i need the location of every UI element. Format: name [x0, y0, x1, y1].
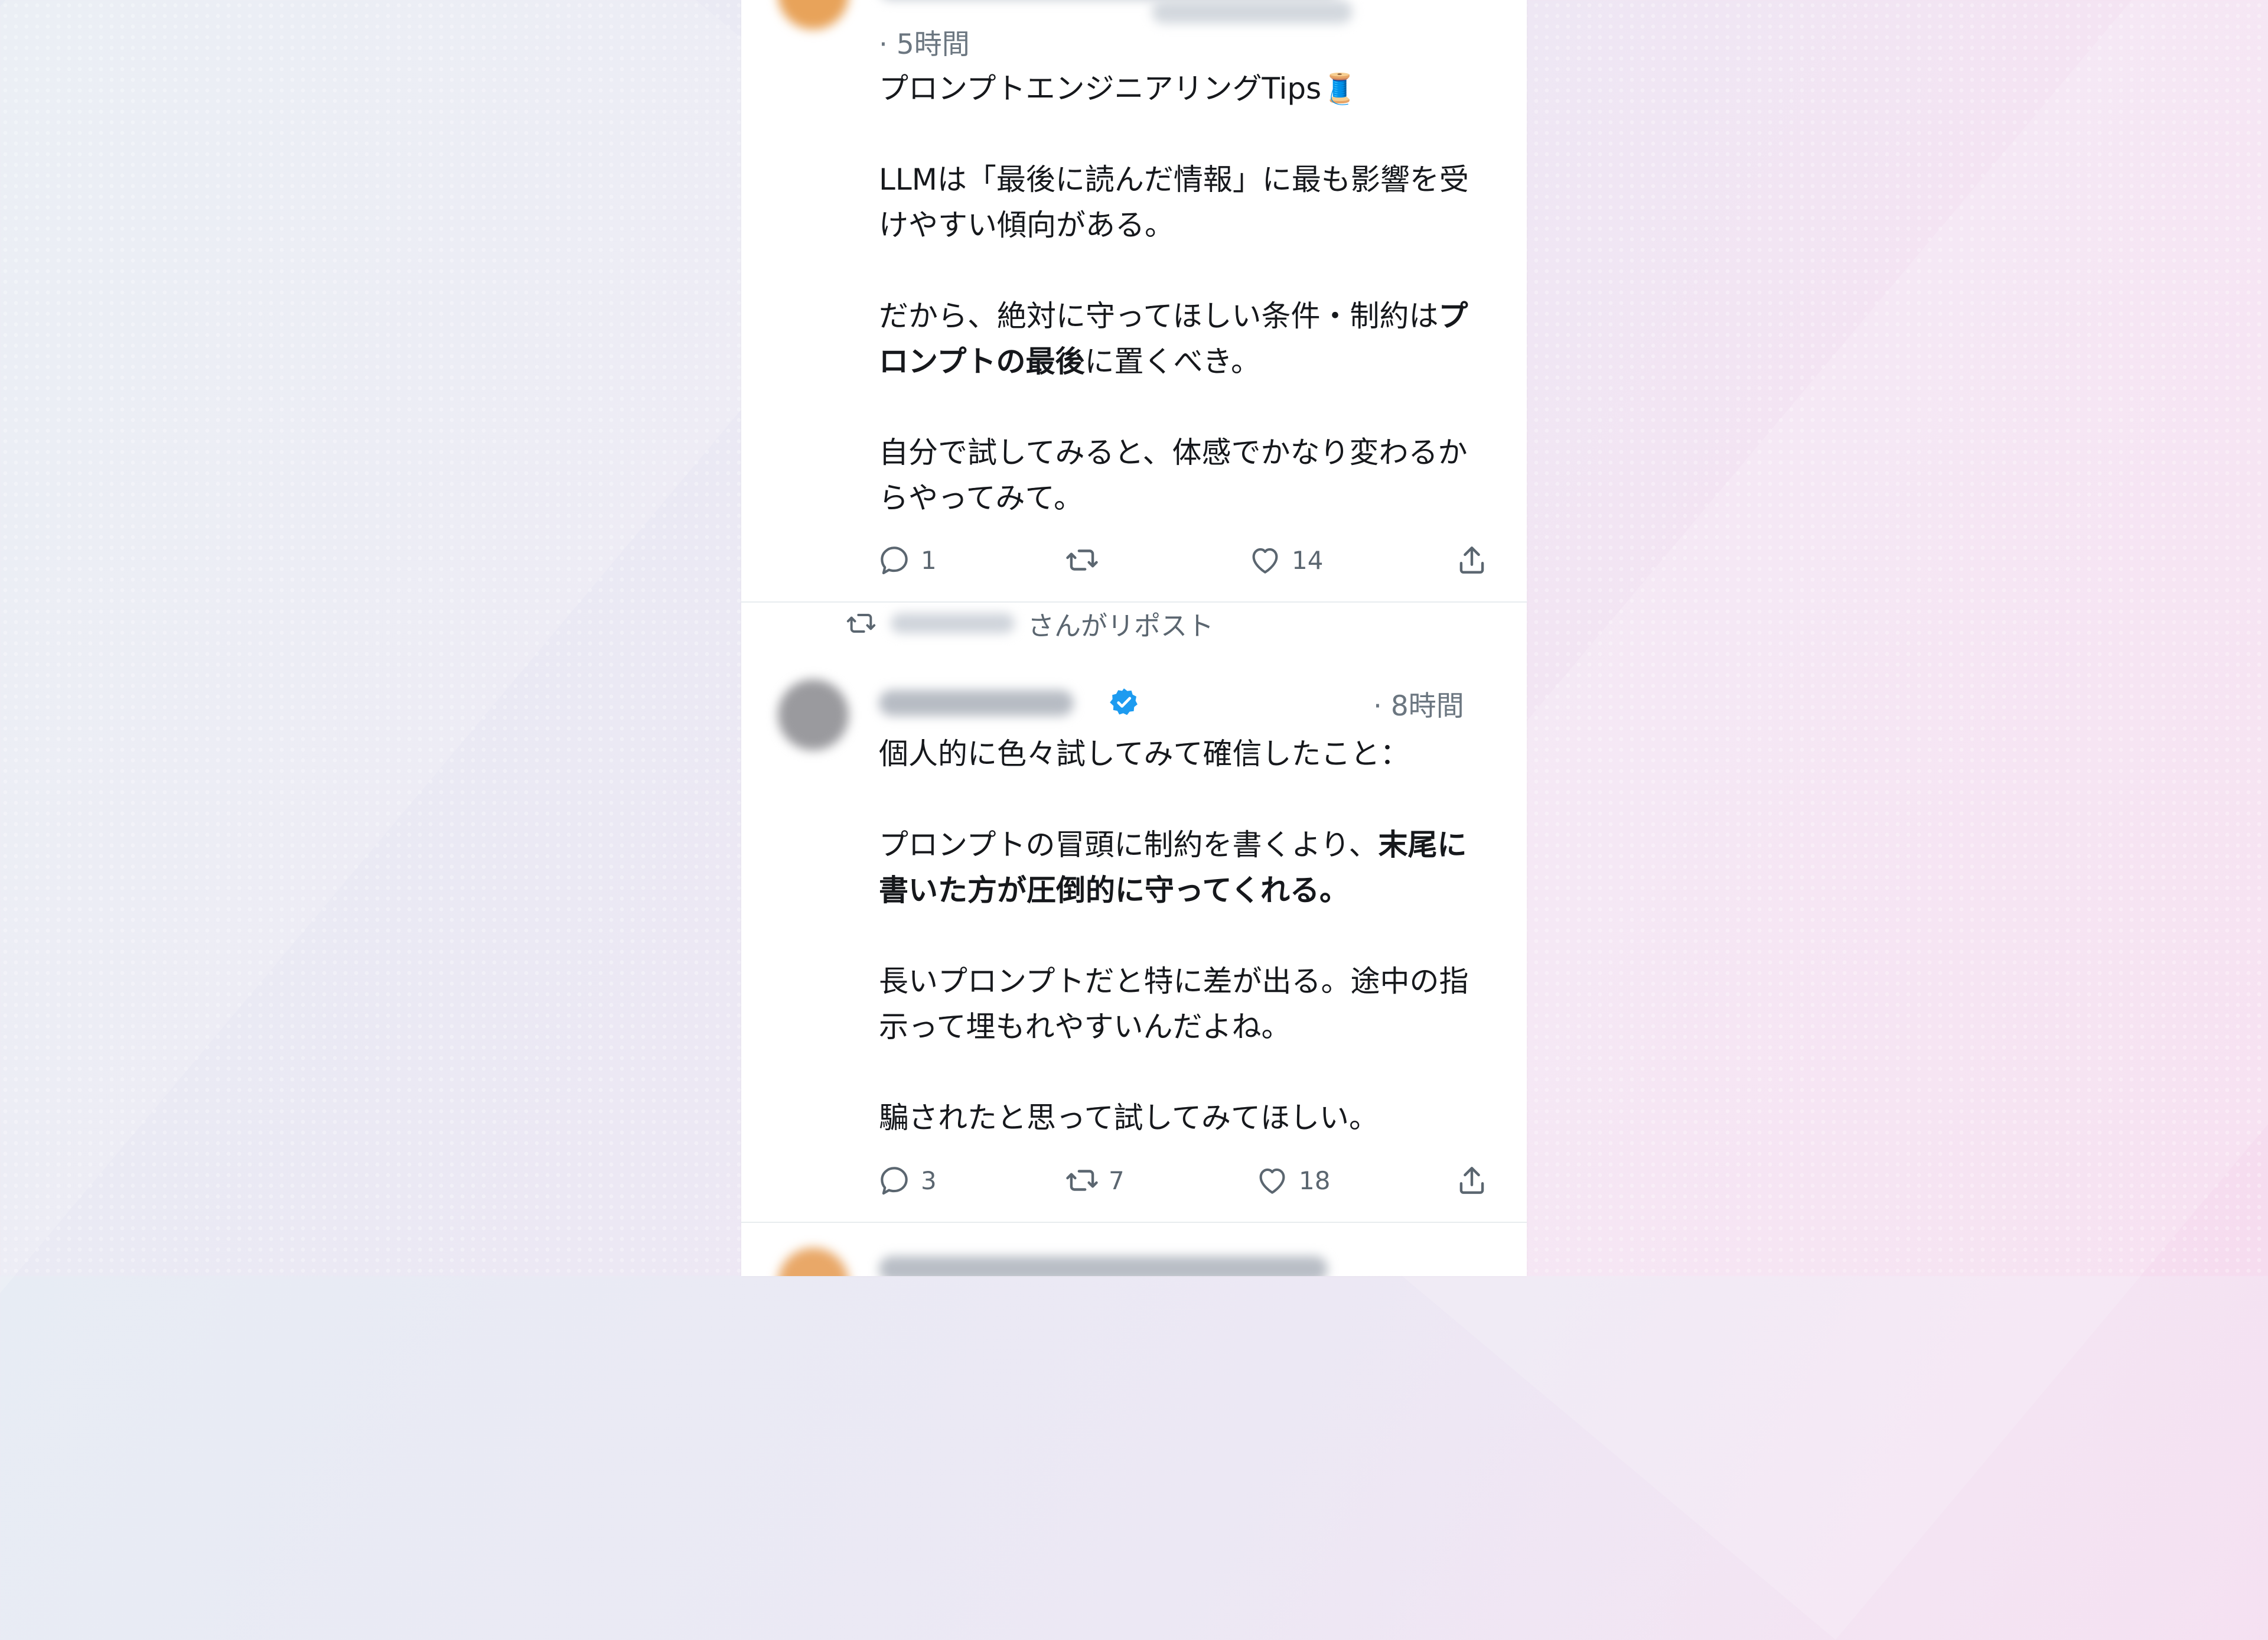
reply-icon	[881, 546, 908, 575]
heart-icon	[1259, 1168, 1285, 1194]
share-button[interactable]	[1454, 536, 1490, 584]
like-count: 18	[1299, 1166, 1331, 1195]
share-icon	[1459, 1167, 1484, 1194]
tweet-timestamp[interactable]: · 5時間	[879, 21, 970, 62]
author-name-blurred[interactable]	[879, 1256, 1328, 1276]
text-run: に置くべき。	[1084, 344, 1261, 379]
repost-icon	[1066, 549, 1098, 571]
text-run: LLMは「最後に読んだ情報」に最も影響を受けやすい傾向がある。	[879, 162, 1469, 242]
tweet-text: プロンプトエンジニアリングTips🧵 LLMは「最後に読んだ情報」に最も影響を受け…	[879, 66, 1493, 521]
tweet-paragraph: LLMは「最後に読んだ情報」に最も影響を受けやすい傾向がある。	[879, 157, 1493, 248]
like-button[interactable]: 14	[1247, 536, 1323, 584]
tweet-paragraph: プロンプトの冒頭に制約を書くより、末尾に書いた方が圧倒的に守ってくれる。	[879, 822, 1493, 913]
share-button[interactable]	[1454, 1157, 1490, 1204]
tweet-actions: 3 7 18	[876, 1157, 1490, 1204]
repost-icon	[846, 614, 876, 633]
text-run: プロンプトエンジニアリングTips🧵	[879, 71, 1358, 106]
tweet-paragraph: 個人的に色々試してみて確信したこと：	[879, 731, 1493, 777]
timeline-feed[interactable]: · 5時間 プロンプトエンジニアリングTips🧵 LLMは「最後に読んだ情報」に最…	[741, 0, 1527, 1276]
author-name-blurred[interactable]	[879, 690, 1074, 716]
text-run: 自分で試してみると、体感でかなり変わるからやってみて。	[879, 435, 1468, 515]
verified-badge-icon	[1110, 688, 1138, 715]
text-run: だから、絶対に守ってほしい条件・制約は	[879, 299, 1439, 333]
avatar[interactable]	[778, 679, 849, 750]
like-count: 14	[1292, 545, 1324, 575]
repost-indicator[interactable]: さんがリポスト	[845, 603, 1214, 644]
like-button[interactable]: 18	[1254, 1157, 1330, 1204]
avatar[interactable]	[778, 0, 849, 30]
repost-icon	[1066, 1170, 1098, 1191]
author-handle-blurred[interactable]	[1152, 0, 1353, 24]
text-run: 騙されたと思って試してみてほしい。	[879, 1101, 1379, 1135]
reply-count: 3	[921, 1166, 937, 1195]
tweet-timestamp[interactable]: · 8時間	[1373, 683, 1464, 724]
repost-count: 7	[1109, 1166, 1125, 1195]
tweet-divider	[741, 1222, 1527, 1223]
tweet-paragraph: だから、絶対に守ってほしい条件・制約はプロンプトの最後に置くべき。	[879, 294, 1493, 385]
reply-icon	[881, 1167, 908, 1195]
text-run: 長いプロンプトだと特に差が出る。途中の指示って埋もれやすいんだよね。	[879, 964, 1469, 1044]
tweet-text: 個人的に色々試してみて確信したこと： プロンプトの冒頭に制約を書くより、末尾に書い…	[879, 731, 1493, 1141]
tweet-actions: 1 14	[876, 536, 1490, 584]
heart-icon	[1252, 548, 1278, 574]
repost-button[interactable]: 7	[1064, 1157, 1125, 1204]
reposter-name-blurred[interactable]	[891, 613, 1015, 633]
tweet-paragraph: プロンプトエンジニアリングTips🧵	[879, 66, 1493, 112]
tweet-paragraph: 自分で試してみると、体感でかなり変わるからやってみて。	[879, 430, 1493, 521]
reply-button[interactable]: 3	[876, 1157, 937, 1204]
share-icon	[1459, 546, 1484, 574]
repost-button[interactable]	[1064, 536, 1109, 584]
repost-label: さんがリポスト	[1028, 610, 1214, 642]
tweet-paragraph: 騙されたと思って試してみてほしい。	[879, 1095, 1493, 1141]
avatar[interactable]	[778, 1248, 849, 1276]
text-run: 個人的に色々試してみて確信したこと：	[879, 737, 1410, 771]
tweet-paragraph: 長いプロンプトだと特に差が出る。途中の指示って埋もれやすいんだよね。	[879, 959, 1493, 1050]
reply-button[interactable]: 1	[876, 536, 937, 584]
text-run: プロンプトの冒頭に制約を書くより、	[879, 828, 1379, 862]
reply-count: 1	[921, 545, 937, 575]
